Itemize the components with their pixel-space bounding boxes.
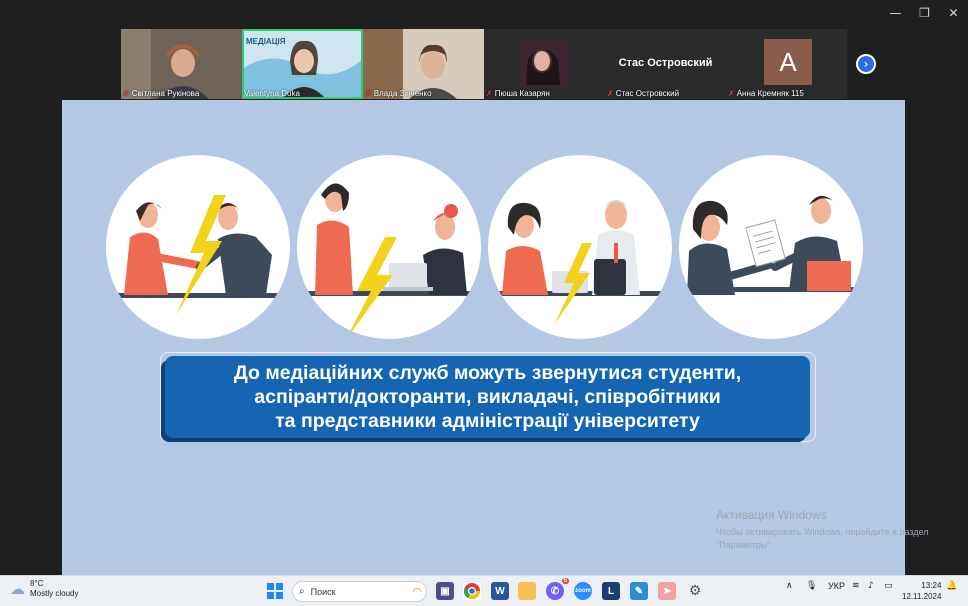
- banner-line: аспіранти/докторанти, викладачі, співроб…: [254, 386, 721, 408]
- participant-tile[interactable]: А ✗ Анна Кремняк 115: [726, 29, 847, 99]
- conflict-illustration: [494, 200, 670, 325]
- settings-gear-icon[interactable]: ⚙: [686, 582, 704, 600]
- participant-name: Світлана Рукінова: [131, 89, 200, 98]
- illustration-document-exchange: [679, 155, 863, 339]
- chevron-right-icon[interactable]: ›: [856, 54, 876, 74]
- chrome-icon[interactable]: [463, 582, 481, 600]
- volume-icon[interactable]: ♪: [868, 581, 874, 591]
- participant-name-tag: Valentyna Duka: [244, 89, 361, 98]
- search-icon: ⌕: [299, 586, 305, 597]
- participant-tile[interactable]: ✗ Пюша Казарян: [484, 29, 605, 99]
- participant-name-tag: ✗ Світлана Рукінова: [123, 89, 240, 98]
- taskbar-search[interactable]: ⌕ Поиск ◠: [292, 581, 427, 602]
- participant-tile[interactable]: ✗ Світлана Рукінова: [121, 29, 242, 99]
- watermark-title: Активация Windows: [716, 508, 827, 522]
- slide-thumbnail-logo: МЕДІАЦІЯ: [246, 37, 286, 46]
- save-icon[interactable]: ▣: [436, 582, 454, 600]
- windows-start-icon[interactable]: [266, 582, 284, 600]
- banner-line: та представники адміністрації університе…: [275, 410, 700, 432]
- minimize-button[interactable]: —: [881, 0, 910, 26]
- watermark-line: "Параметры".: [716, 540, 773, 550]
- mic-off-icon: ✗: [607, 89, 614, 98]
- avatar: А: [764, 39, 812, 85]
- shared-slide: До медіаційних служб можуть звернутися с…: [62, 100, 905, 575]
- folder-icon[interactable]: [518, 582, 536, 600]
- illustration-handshake: [106, 155, 290, 339]
- participant-name-tag: ✗ Пюша Казарян: [486, 89, 603, 98]
- participant-name: Анна Кремняк 115: [736, 89, 804, 98]
- participant-name-tag: ✗ Влада Зінченко: [365, 89, 482, 98]
- activation-watermark: Активация Windows Чтобы активировать Win…: [716, 508, 929, 552]
- word-icon[interactable]: W: [491, 582, 509, 600]
- illustration-laptop-conflict: [297, 155, 481, 339]
- participant-name-tag: ✗ Анна Кремняк 115: [728, 89, 845, 98]
- watermark-line: Чтобы активировать Windows, перейдите в …: [716, 527, 929, 537]
- participant-name: Стас Островский: [615, 89, 680, 98]
- illustration-office-argument: [488, 155, 672, 339]
- mic-off-icon: ✗: [486, 89, 493, 98]
- clock-time: 13:24: [921, 581, 942, 590]
- chevron-up-icon[interactable]: ∧: [786, 581, 793, 591]
- participant-name-tag: ✗ Стас Островский: [607, 89, 724, 98]
- microphone-icon[interactable]: 🎙: [806, 581, 817, 591]
- mic-off-icon: ✗: [123, 89, 130, 98]
- participants-strip: ✗ Світлана Рукінова МЕДІАЦІЯ Valentyna Du…: [121, 29, 847, 99]
- mic-off-icon: ✗: [728, 89, 735, 98]
- battery-icon[interactable]: ▭: [884, 581, 893, 591]
- notification-bell-icon[interactable]: 🔔: [946, 581, 957, 591]
- banner-line: До медіаційних служб можуть звернутися с…: [233, 362, 742, 384]
- participant-tile[interactable]: ✗ Влада Зінченко: [363, 29, 484, 99]
- search-highlight-icon: ◠: [412, 586, 422, 598]
- taskbar-clock[interactable]: 13:24 12.11.2024: [902, 580, 941, 602]
- participant-name: Valentyna Duka: [244, 89, 300, 98]
- conflict-illustration: [303, 183, 479, 339]
- participant-name: Пюша Казарян: [494, 89, 550, 98]
- participant-display-name: Стас Островский: [618, 57, 713, 69]
- desktop: — ❐ ✕ ✗ Світлана Рукінова МЕДІАЦІЯ Valen…: [0, 0, 968, 606]
- notification-badge: 5: [561, 578, 569, 584]
- slide-banner: До медіаційних служб можуть звернутися с…: [165, 356, 810, 438]
- close-button[interactable]: ✕: [939, 0, 968, 26]
- taskbar: ☁ 8°C Mostly cloudy ⌕ Поиск ◠ ▣ W ✆ 5 zo…: [0, 575, 968, 606]
- telegram-icon[interactable]: ➤: [658, 582, 676, 600]
- participant-tile-active[interactable]: МЕДІАЦІЯ Valentyna Duka: [242, 29, 363, 99]
- weather-desc: Mostly cloudy: [30, 589, 79, 598]
- viber-icon[interactable]: ✆ 5: [546, 578, 569, 600]
- restore-button[interactable]: ❐: [910, 0, 939, 26]
- language-indicator[interactable]: УКР: [828, 581, 845, 591]
- weather-temp: 8°C: [30, 579, 44, 588]
- wifi-icon[interactable]: ≋: [852, 581, 860, 591]
- l-app-icon[interactable]: L: [602, 582, 620, 600]
- weather-widget[interactable]: ☁ 8°C Mostly cloudy: [10, 579, 78, 599]
- conflict-illustration: [116, 195, 286, 315]
- zoom-icon[interactable]: zoom: [574, 582, 592, 600]
- participant-tile[interactable]: Стас Островский ✗ Стас Островский: [605, 29, 726, 99]
- participant-name: Влада Зінченко: [373, 89, 432, 98]
- conflict-illustration: [685, 195, 861, 295]
- search-placeholder: Поиск: [310, 586, 336, 597]
- clock-date: 12.11.2024: [902, 592, 942, 601]
- window-controls: — ❐ ✕: [881, 0, 968, 26]
- pen-icon[interactable]: ✎: [630, 582, 648, 600]
- mic-off-icon: ✗: [365, 89, 372, 98]
- cloud-icon: ☁: [10, 580, 25, 598]
